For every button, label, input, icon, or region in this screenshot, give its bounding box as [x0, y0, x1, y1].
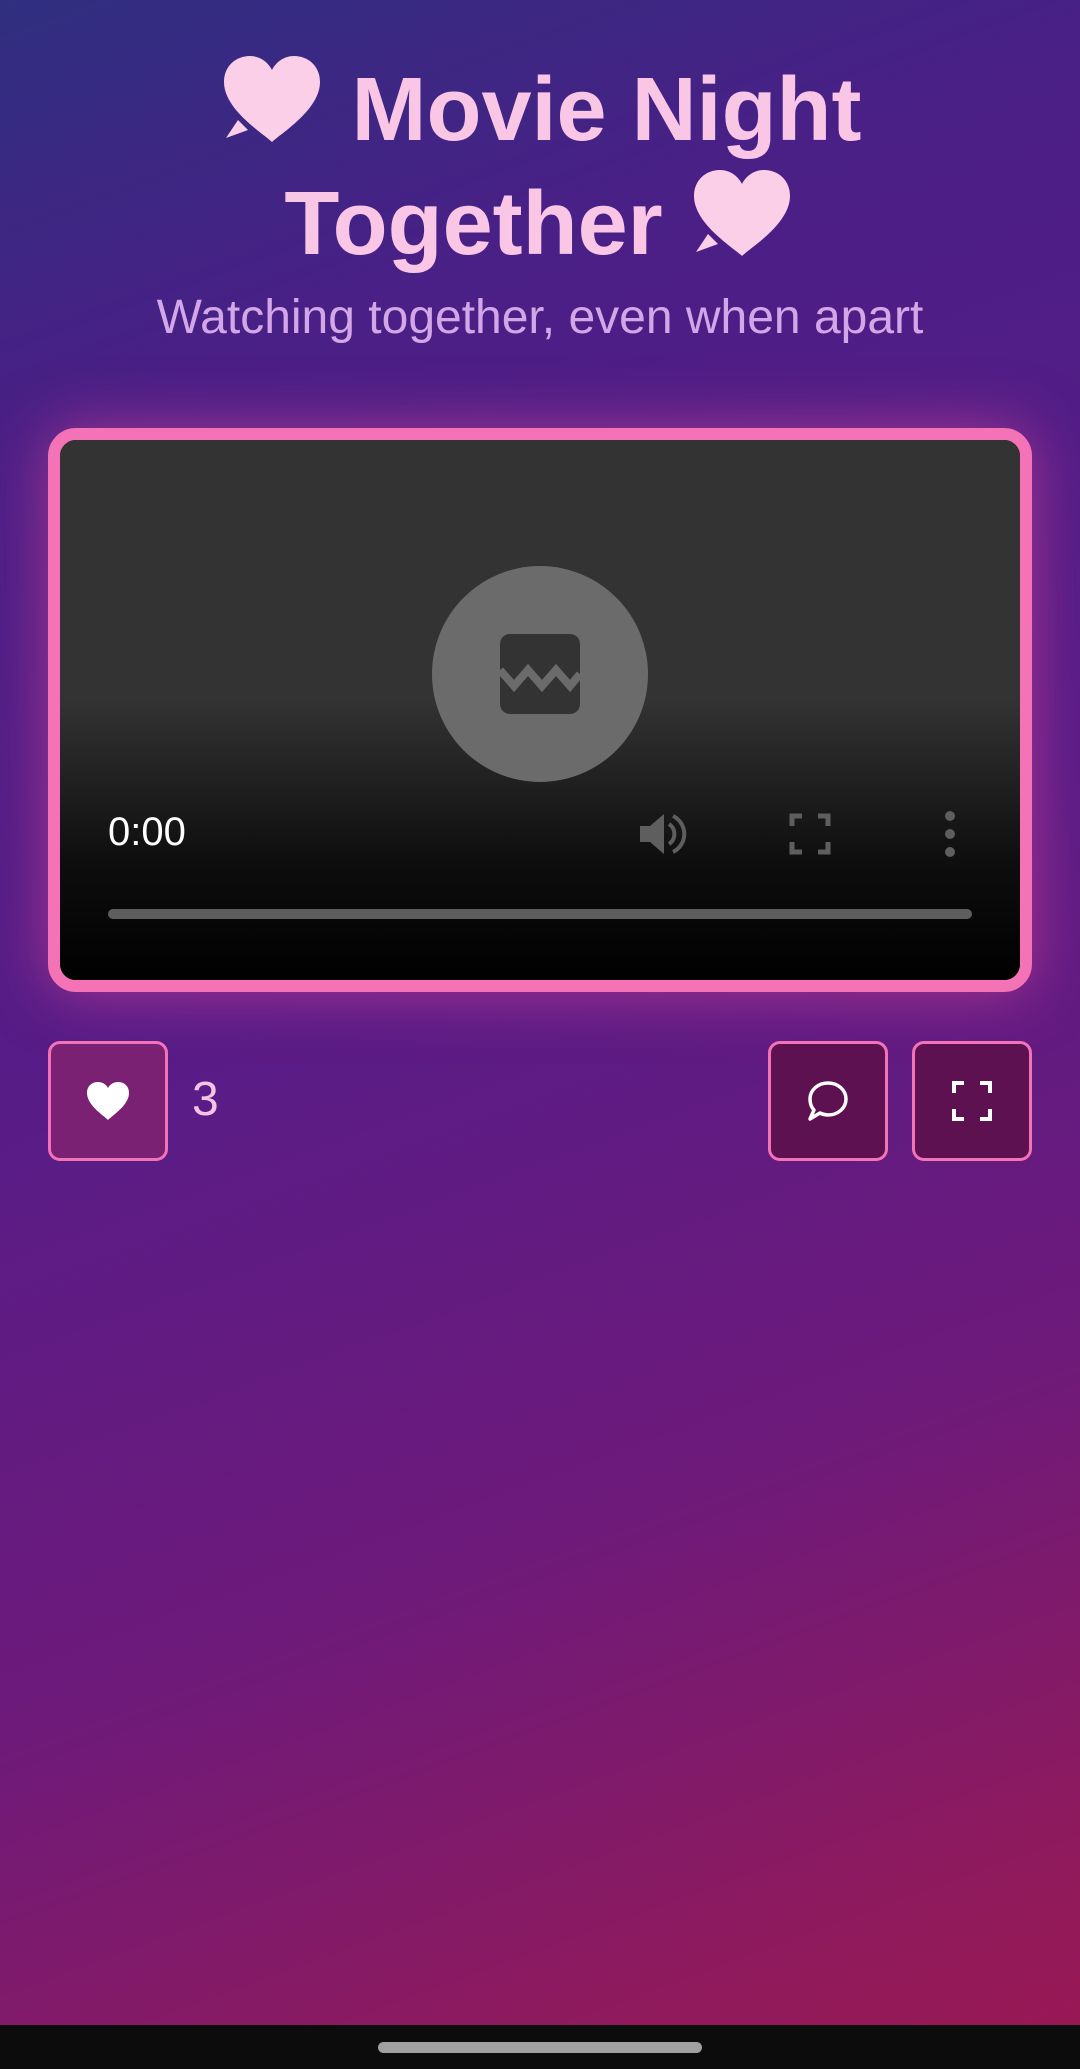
fullscreen-icon [952, 1081, 992, 1121]
title-line-1: Movie Night [351, 60, 862, 160]
chat-bubble-icon [808, 1081, 848, 1121]
current-time: 0:00 [108, 810, 186, 854]
fullscreen-button[interactable] [912, 1041, 1032, 1161]
heart-emoji-icon [224, 56, 321, 142]
title-line-2: Together [284, 174, 663, 274]
broken-image-icon [498, 634, 582, 714]
like-count: 3 [192, 1073, 219, 1126]
video-player-frame: 0:00 [48, 428, 1032, 992]
more-options-icon[interactable] [924, 808, 976, 860]
volume-icon[interactable] [636, 808, 688, 860]
chat-button[interactable] [768, 1041, 888, 1161]
page-title: Movie Night Together [0, 50, 1080, 278]
heart-emoji-icon [693, 170, 790, 256]
fullscreen-icon[interactable] [784, 808, 836, 860]
subtitle: Watching together, even when apart [156, 291, 924, 344]
video-progress-bar[interactable] [108, 909, 972, 919]
video-placeholder[interactable] [432, 566, 648, 782]
like-button[interactable] [48, 1041, 168, 1161]
video-player[interactable]: 0:00 [60, 440, 1020, 980]
heart-icon [87, 1082, 129, 1120]
home-gesture-handle[interactable] [378, 2042, 702, 2053]
